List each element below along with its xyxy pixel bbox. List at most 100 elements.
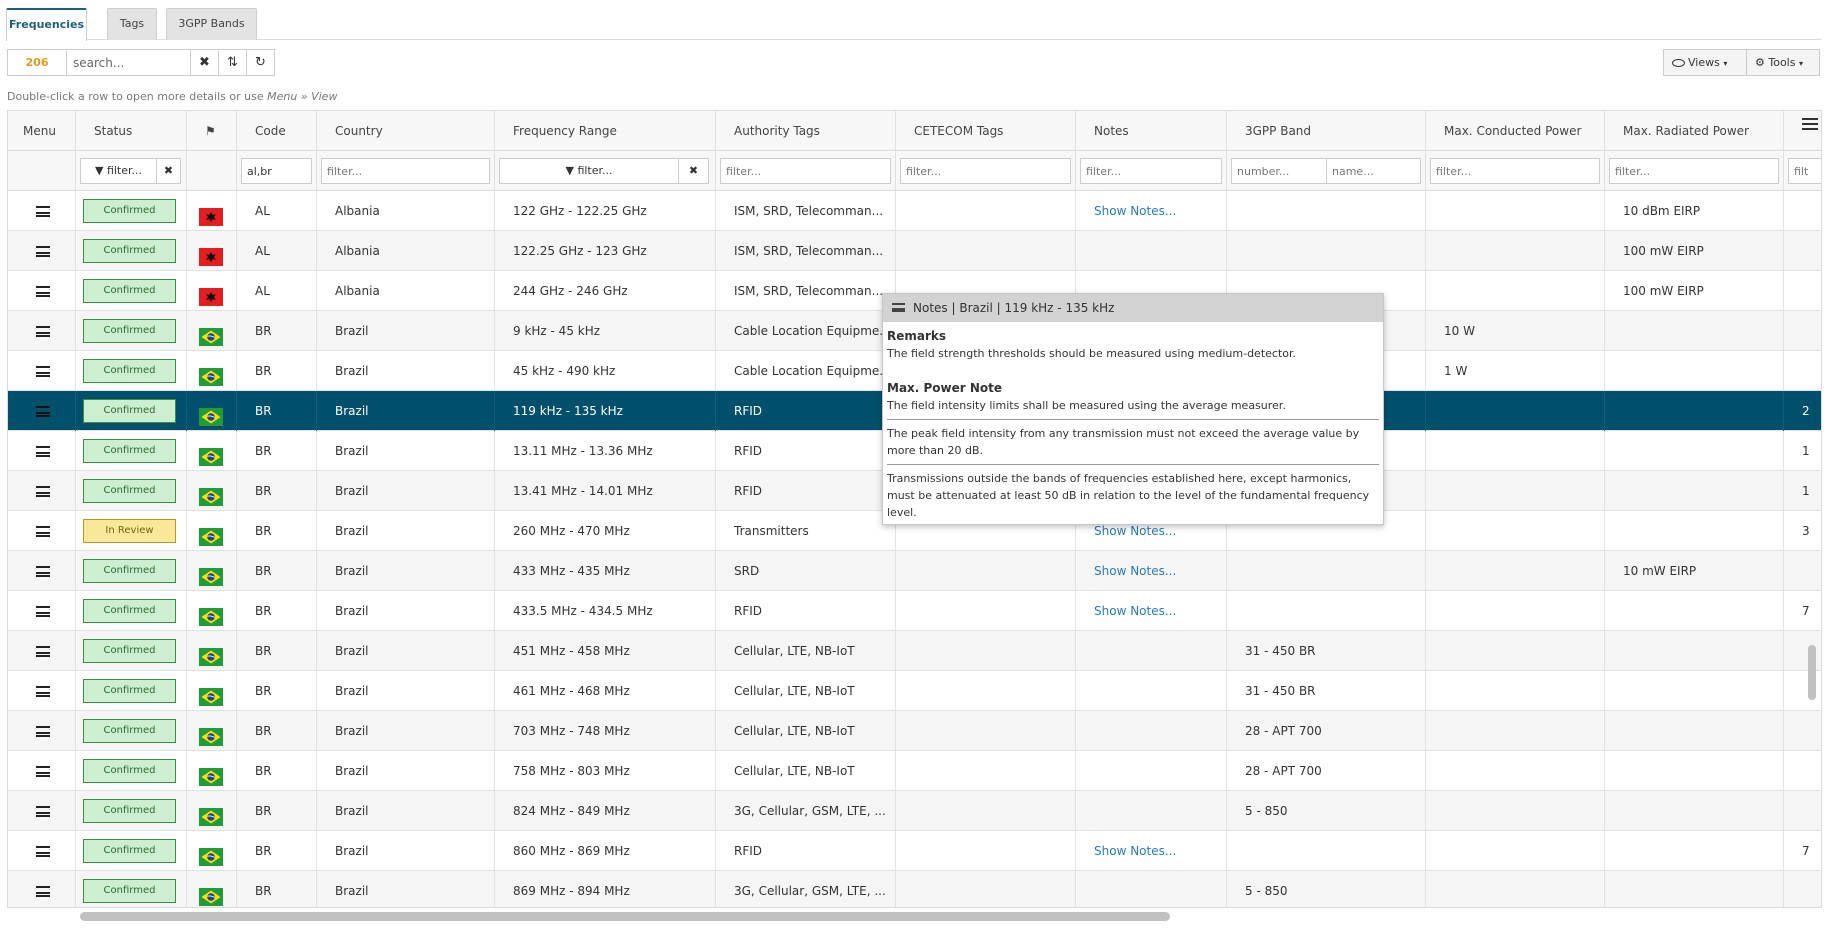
- col-header-status[interactable]: Status: [76, 111, 187, 151]
- flag-cell: [187, 551, 237, 591]
- column-menu-icon[interactable]: [1802, 118, 1818, 130]
- search-input[interactable]: [67, 49, 191, 76]
- status-badge: Confirmed: [83, 799, 176, 823]
- tools-button[interactable]: ⚙ Tools ▾: [1746, 49, 1820, 76]
- vertical-scrollbar[interactable]: [1808, 645, 1816, 700]
- table-row[interactable]: Confirmed BR Brazil 433 MHz - 435 MHz SRD Sho…: [8, 551, 1821, 591]
- tab-tags[interactable]: Tags: [107, 8, 157, 40]
- table-row[interactable]: Confirmed BR Brazil 860 MHz - 869 MHz RFID Sh…: [8, 831, 1821, 871]
- band-name-filter-input[interactable]: [1326, 158, 1421, 184]
- country-filter-input[interactable]: [321, 158, 490, 184]
- menu-icon[interactable]: [36, 486, 50, 497]
- col-header-3gpp-band[interactable]: 3GPP Band: [1227, 111, 1426, 151]
- col-header-max-conducted-power[interactable]: Max. Conducted Power: [1426, 111, 1605, 151]
- menu-icon[interactable]: [36, 246, 50, 257]
- status-filter-button[interactable]: ▼ filter...: [80, 158, 157, 184]
- show-notes-link[interactable]: Show Notes...: [1094, 204, 1176, 218]
- menu-icon[interactable]: [36, 366, 50, 377]
- table-row[interactable]: Confirmed AL Albania 122 GHz - 122.25 GHz IS…: [8, 191, 1821, 231]
- filter-cell-flag: [187, 151, 237, 191]
- show-notes-link[interactable]: Show Notes...: [1094, 844, 1176, 858]
- cetecom-tags-cell: [896, 231, 1076, 271]
- table-row[interactable]: Confirmed BR Brazil 451 MHz - 458 MHz Cellul…: [8, 631, 1821, 671]
- menu-icon[interactable]: [36, 526, 50, 537]
- menu-icon[interactable]: [36, 446, 50, 457]
- menu-icon[interactable]: [36, 566, 50, 577]
- col-header-authority-tags[interactable]: Authority Tags: [716, 111, 896, 151]
- table-row[interactable]: Confirmed BR Brazil 824 MHz - 849 MHz 3G, Ce…: [8, 791, 1821, 831]
- notes-filter-input[interactable]: [1080, 158, 1222, 184]
- funnel-icon: ▼: [94, 164, 104, 177]
- col-header-cetecom-tags[interactable]: CETECOM Tags: [896, 111, 1076, 151]
- table-row[interactable]: Confirmed AL Albania 122.25 GHz - 123 GHz IS…: [8, 231, 1821, 271]
- frequency-range-cell: 758 MHz - 803 MHz: [495, 751, 716, 791]
- menu-icon[interactable]: [36, 886, 50, 897]
- menu-icon[interactable]: [36, 766, 50, 777]
- table-row[interactable]: Confirmed BR Brazil 461 MHz - 468 MHz Cellul…: [8, 671, 1821, 711]
- status-cell: Confirmed: [76, 351, 187, 391]
- table-row[interactable]: Confirmed BR Brazil 433.5 MHz - 434.5 MHz RF…: [8, 591, 1821, 631]
- frequency-filter-clear-button[interactable]: ✖: [678, 158, 709, 184]
- table-row[interactable]: Confirmed BR Brazil 758 MHz - 803 MHz Cellul…: [8, 751, 1821, 791]
- filter-cell-3gpp-band: [1227, 151, 1426, 191]
- close-icon: ✖: [163, 164, 174, 177]
- cetecom-tags-filter-input[interactable]: [900, 158, 1071, 184]
- col-header-notes[interactable]: Notes: [1076, 111, 1227, 151]
- table-row[interactable]: Confirmed BR Brazil 869 MHz - 894 MHz 3G, Ce…: [8, 871, 1821, 907]
- overflow-cell: [1784, 711, 1821, 751]
- overflow-filter-input[interactable]: [1788, 158, 1821, 184]
- 3gpp-band-cell: [1227, 591, 1426, 631]
- menu-icon[interactable]: [36, 406, 50, 417]
- menu-icon[interactable]: [36, 606, 50, 617]
- close-icon: ✖: [688, 164, 699, 177]
- col-header-code[interactable]: Code: [237, 111, 317, 151]
- clear-search-button[interactable]: ✖: [190, 49, 219, 76]
- filter-cell-menu: [8, 151, 76, 191]
- notes-cell: [1076, 231, 1227, 271]
- max-radiated-power-cell: 100 mW EIRP: [1605, 271, 1784, 311]
- max-conducted-filter-input[interactable]: [1430, 158, 1600, 184]
- filter-cell-frequency-range: ▼ filter... ✖: [495, 151, 716, 191]
- country-cell: Brazil: [317, 711, 495, 751]
- row-menu-cell: [8, 871, 76, 907]
- frequency-filter-button[interactable]: ▼ filter...: [499, 158, 679, 184]
- col-header-country[interactable]: Country: [317, 111, 495, 151]
- show-notes-link[interactable]: Show Notes...: [1094, 604, 1176, 618]
- horizontal-scrollbar[interactable]: [80, 912, 1170, 921]
- menu-icon[interactable]: [36, 646, 50, 657]
- row-menu-cell: [8, 271, 76, 311]
- menu-icon[interactable]: [36, 726, 50, 737]
- table-row[interactable]: Confirmed BR Brazil 703 MHz - 748 MHz Cellul…: [8, 711, 1821, 751]
- show-notes-link[interactable]: Show Notes...: [1094, 524, 1176, 538]
- col-header-menu[interactable]: Menu: [8, 111, 76, 151]
- authority-tags-filter-input[interactable]: [720, 158, 891, 184]
- status-cell: Confirmed: [76, 831, 187, 871]
- refresh-button[interactable]: ↻: [246, 49, 275, 76]
- max-radiated-power-cell: [1605, 431, 1784, 471]
- menu-icon[interactable]: [36, 806, 50, 817]
- sort-button[interactable]: ⇅: [218, 49, 247, 76]
- authority-tags-cell: RFID: [716, 391, 896, 431]
- max-conducted-power-cell: 10 W: [1426, 311, 1605, 351]
- status-filter-clear-button[interactable]: ✖: [156, 158, 181, 184]
- band-number-filter-input[interactable]: [1231, 158, 1327, 184]
- max-radiated-power-cell: [1605, 591, 1784, 631]
- menu-icon[interactable]: [36, 326, 50, 337]
- notes-popup-header[interactable]: Notes | Brazil | 119 kHz - 135 kHz: [883, 294, 1383, 322]
- code-filter-input[interactable]: [241, 158, 312, 184]
- max-radiated-filter-input[interactable]: [1609, 158, 1779, 184]
- views-button[interactable]: Views ▾: [1663, 49, 1747, 76]
- menu-icon[interactable]: [36, 286, 50, 297]
- tab-3gpp-bands[interactable]: 3GPP Bands: [166, 8, 257, 40]
- 3gpp-band-cell: 5 - 850: [1227, 871, 1426, 907]
- cetecom-tags-cell: [896, 871, 1076, 907]
- col-header-frequency-range[interactable]: Frequency Range: [495, 111, 716, 151]
- menu-icon[interactable]: [36, 206, 50, 217]
- menu-icon[interactable]: [36, 846, 50, 857]
- col-header-flag[interactable]: ⚑: [187, 111, 237, 151]
- tab-frequencies[interactable]: Frequencies: [6, 8, 87, 41]
- col-header-max-radiated-power[interactable]: Max. Radiated Power: [1605, 111, 1784, 151]
- show-notes-link[interactable]: Show Notes...: [1094, 564, 1176, 578]
- menu-icon[interactable]: [36, 686, 50, 697]
- max-conducted-power-cell: 1 W: [1426, 351, 1605, 391]
